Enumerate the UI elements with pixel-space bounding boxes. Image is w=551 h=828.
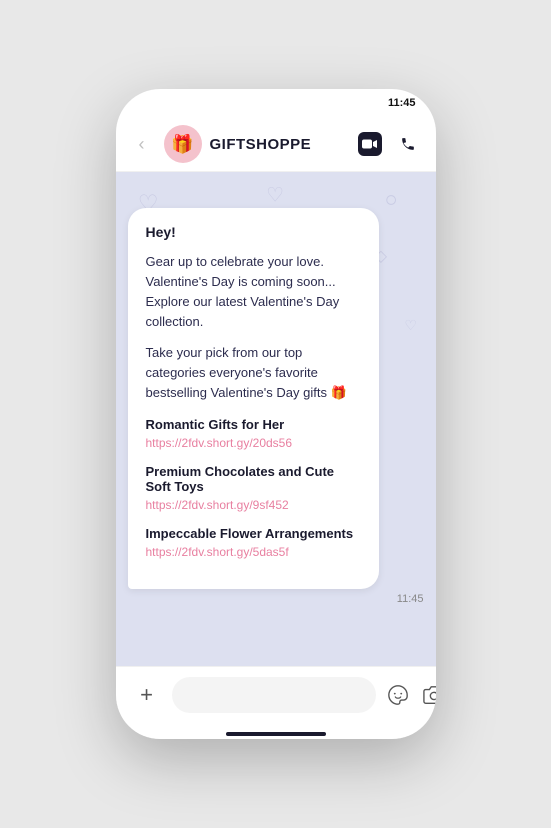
sticker-icon[interactable] [386, 683, 410, 707]
message-section-1: Premium Chocolates and Cute Soft Toys ht… [146, 464, 362, 514]
home-indicator [116, 733, 436, 739]
header-icons [358, 132, 420, 156]
camera-icon[interactable] [422, 683, 436, 707]
section-2-link[interactable]: https://2fdv.short.gy/5das5f [146, 545, 289, 559]
message-row: Hey! Gear up to celebrate your love. Val… [128, 208, 424, 589]
message-bubble: Hey! Gear up to celebrate your love. Val… [128, 208, 380, 589]
back-button[interactable]: ‹ [128, 130, 156, 158]
status-bar: 11:45 [116, 89, 436, 117]
message-paragraph2: Take your pick from our top categories e… [146, 343, 362, 403]
chat-header: ‹ 🎁 GIFTSHOPPE [116, 117, 436, 172]
chat-area: ♡ 🎁 ♡ ♡ ○ ○ ♡ ♡ ◇ ◇ ♡ Hey! Gear up to ce… [116, 172, 436, 666]
message-timestamp: 11:45 [397, 593, 424, 605]
section-0-title: Romantic Gifts for Her [146, 417, 362, 432]
phone-frame: 11:45 ‹ 🎁 GIFTSHOPPE ♡ [116, 89, 436, 739]
brand-name: GIFTSHOPPE [210, 136, 350, 153]
input-icons [386, 683, 436, 707]
home-bar [226, 732, 326, 736]
message-greeting: Hey! [146, 224, 362, 240]
add-button[interactable]: + [132, 680, 162, 710]
section-1-title: Premium Chocolates and Cute Soft Toys [146, 464, 362, 494]
message-section-2: Impeccable Flower Arrangements https://2… [146, 526, 362, 561]
section-0-link[interactable]: https://2fdv.short.gy/20ds56 [146, 436, 293, 450]
video-call-button[interactable] [358, 132, 382, 156]
svg-text:♡: ♡ [266, 185, 284, 207]
message-paragraph1: Gear up to celebrate your love. Valentin… [146, 252, 362, 333]
message-section-0: Romantic Gifts for Her https://2fdv.shor… [146, 417, 362, 452]
message-input[interactable] [172, 677, 376, 713]
bottom-bar: + [116, 666, 436, 733]
avatar: 🎁 [164, 125, 202, 163]
phone-call-button[interactable] [396, 132, 420, 156]
section-1-link[interactable]: https://2fdv.short.gy/9sf452 [146, 498, 289, 512]
section-2-title: Impeccable Flower Arrangements [146, 526, 362, 541]
status-time: 11:45 [388, 97, 416, 109]
